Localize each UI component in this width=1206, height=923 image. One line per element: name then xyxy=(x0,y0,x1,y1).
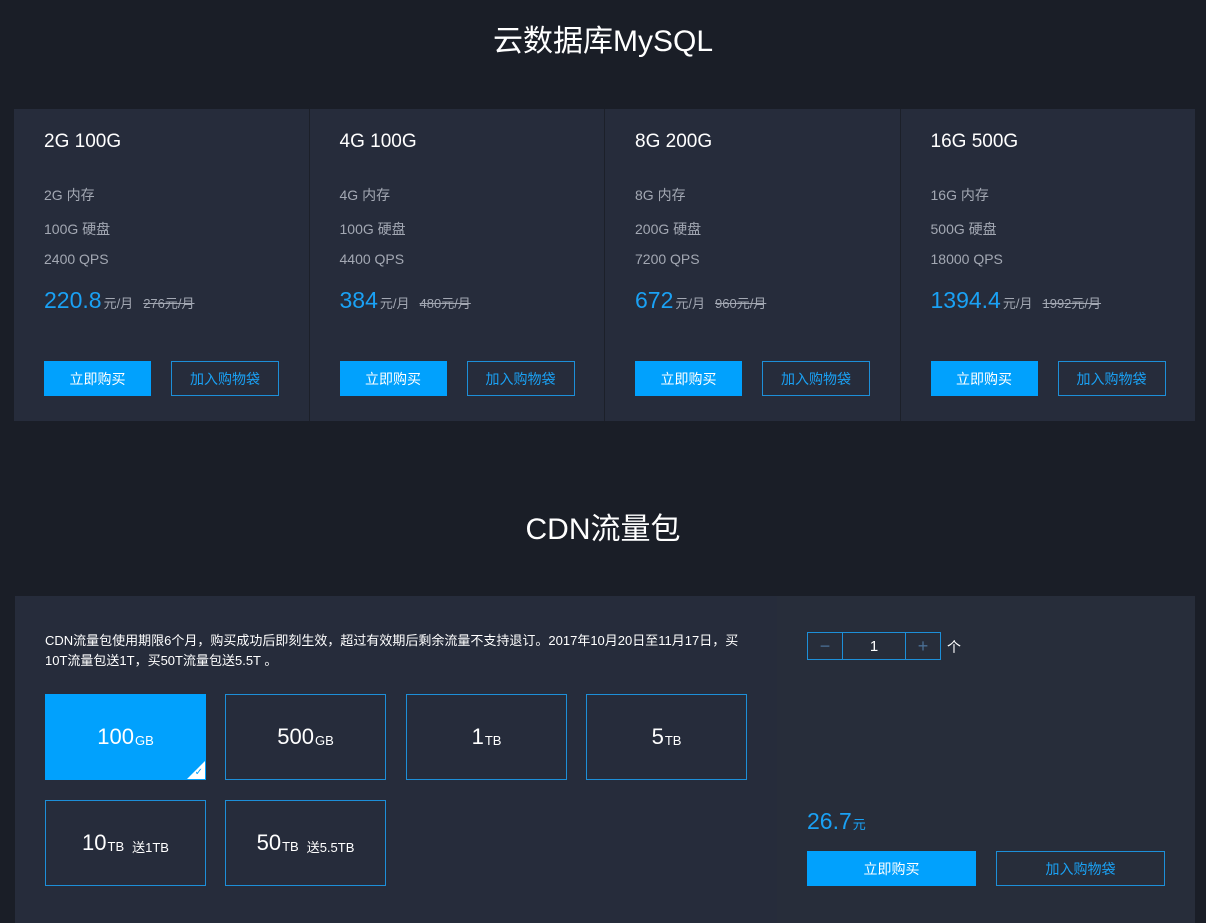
cdn-package-panel: CDN流量包使用期限6个月，购买成功后即刻生效，超过有效期后剩余流量不支持退订。… xyxy=(15,596,777,923)
decrement-button[interactable]: − xyxy=(807,632,843,660)
plan-qps: 2400 QPS xyxy=(44,251,109,267)
package-unit: GB xyxy=(314,732,334,748)
plan-card: 8G 200G 8G 内存 200G 硬盘 7200 QPS 672 元/月 9… xyxy=(605,109,901,421)
package-gift: 送5.5TB xyxy=(306,839,355,855)
cdn-section-title: CDN流量包 xyxy=(525,513,681,546)
check-icon: ✓ xyxy=(194,767,203,778)
add-to-cart-button[interactable]: 加入购物袋 xyxy=(466,361,575,396)
quantity-unit: 个 xyxy=(947,639,961,655)
plan-card: 4G 100G 4G 内存 100G 硬盘 4400 QPS 384 元/月 4… xyxy=(310,109,605,421)
plan-price-row: 220.8 元/月 276元/月 xyxy=(44,287,195,314)
add-to-cart-button[interactable]: 加入购物袋 xyxy=(1057,361,1166,396)
buy-now-button[interactable]: 立即购买 xyxy=(930,361,1038,396)
plan-qps: 18000 QPS xyxy=(930,251,1003,267)
package-amount: 10 xyxy=(82,830,107,855)
plan-qps: 7200 QPS xyxy=(635,251,700,267)
buy-now-button[interactable]: 立即购买 xyxy=(339,361,447,396)
package-unit: TB xyxy=(107,838,125,854)
plan-name: 4G 100G xyxy=(339,131,417,152)
cdn-price-unit: 元 xyxy=(852,817,866,832)
plan-original-price: 960元/月 xyxy=(715,296,767,311)
cdn-price-row: 26.7 元 xyxy=(807,808,866,835)
cdn-price: 26.7 xyxy=(807,808,852,834)
plan-price: 220.8 xyxy=(44,287,102,313)
package-option-500gb[interactable]: 500 GB xyxy=(225,694,386,780)
plan-disk: 100G 硬盘 xyxy=(44,221,111,237)
package-amount: 500 xyxy=(277,724,314,749)
package-amount: 1 xyxy=(471,724,484,749)
add-to-cart-button[interactable]: 加入购物袋 xyxy=(762,361,870,396)
plan-qps: 4400 QPS xyxy=(339,251,405,267)
plan-name: 2G 100G xyxy=(44,131,122,152)
plan-card: 16G 500G 16G 内存 500G 硬盘 18000 QPS 1394.4… xyxy=(901,109,1196,421)
package-option-50tb[interactable]: 50 TB 送5.5TB xyxy=(225,800,386,886)
plan-disk: 200G 硬盘 xyxy=(635,221,702,237)
package-option-10tb[interactable]: 10 TB 送1TB xyxy=(45,800,206,886)
plan-price: 1394.4 xyxy=(930,287,1001,313)
quantity-input[interactable]: 1 xyxy=(843,632,905,660)
package-option-1tb[interactable]: 1 TB xyxy=(406,694,567,780)
buy-now-button[interactable]: 立即购买 xyxy=(44,361,151,396)
cdn-add-to-cart-button[interactable]: 加入购物袋 xyxy=(996,851,1165,886)
package-unit: TB xyxy=(282,838,299,854)
plan-original-price: 1992元/月 xyxy=(1042,296,1102,311)
plan-original-price: 276元/月 xyxy=(143,296,195,311)
buy-now-button[interactable]: 立即购买 xyxy=(635,361,742,396)
plan-memory: 8G 内存 xyxy=(635,187,686,203)
plan-name: 8G 200G xyxy=(635,131,713,152)
package-amount: 5 xyxy=(651,724,664,749)
add-to-cart-button[interactable]: 加入购物袋 xyxy=(171,361,279,396)
cdn-order-panel: − 1 + 个 26.7 元 立即购买 加入购物袋 xyxy=(777,596,1195,923)
plan-memory: 4G 内存 xyxy=(339,187,391,203)
cdn-description: CDN流量包使用期限6个月，购买成功后即刻生效，超过有效期后剩余流量不支持退订。… xyxy=(45,633,739,668)
plan-name: 16G 500G xyxy=(930,131,1019,152)
package-gift: 送1TB xyxy=(132,839,169,855)
plan-memory: 2G 内存 xyxy=(44,187,95,203)
plan-memory: 16G 内存 xyxy=(930,187,989,203)
plan-price-row: 1394.4 元/月 1992元/月 xyxy=(931,287,1102,314)
plan-price-unit: 元/月 xyxy=(379,296,410,311)
plan-price-unit: 元/月 xyxy=(1002,296,1033,311)
package-amount: 50 xyxy=(256,830,282,855)
plan-price-unit: 元/月 xyxy=(675,296,705,311)
plan-price: 384 xyxy=(339,287,378,313)
plan-price-row: 672 元/月 960元/月 xyxy=(635,287,766,314)
mysql-plans: 2G 100G 2G 内存 100G 硬盘 2400 QPS 220.8 元/月… xyxy=(14,109,1195,421)
increment-button[interactable]: + xyxy=(905,632,941,660)
package-unit: GB xyxy=(134,732,154,748)
package-unit: TB xyxy=(664,732,682,748)
quantity-stepper: − 1 + 个 xyxy=(807,632,961,660)
plan-price: 672 xyxy=(635,287,674,313)
package-unit: TB xyxy=(484,732,502,748)
plan-price-row: 384 元/月 480元/月 xyxy=(340,287,471,314)
package-option-5tb[interactable]: 5 TB xyxy=(586,694,747,780)
package-option-100gb[interactable]: 100 GB ✓ xyxy=(45,694,206,780)
mysql-section-title: 云数据库MySQL xyxy=(492,25,714,58)
plan-disk: 500G 硬盘 xyxy=(930,221,997,237)
cdn-buy-now-button[interactable]: 立即购买 xyxy=(807,851,976,886)
plan-original-price: 480元/月 xyxy=(419,296,471,311)
plan-disk: 100G 硬盘 xyxy=(339,221,406,237)
package-amount: 100 xyxy=(97,724,134,749)
plan-card: 2G 100G 2G 内存 100G 硬盘 2400 QPS 220.8 元/月… xyxy=(14,109,310,421)
plan-price-unit: 元/月 xyxy=(103,296,134,311)
